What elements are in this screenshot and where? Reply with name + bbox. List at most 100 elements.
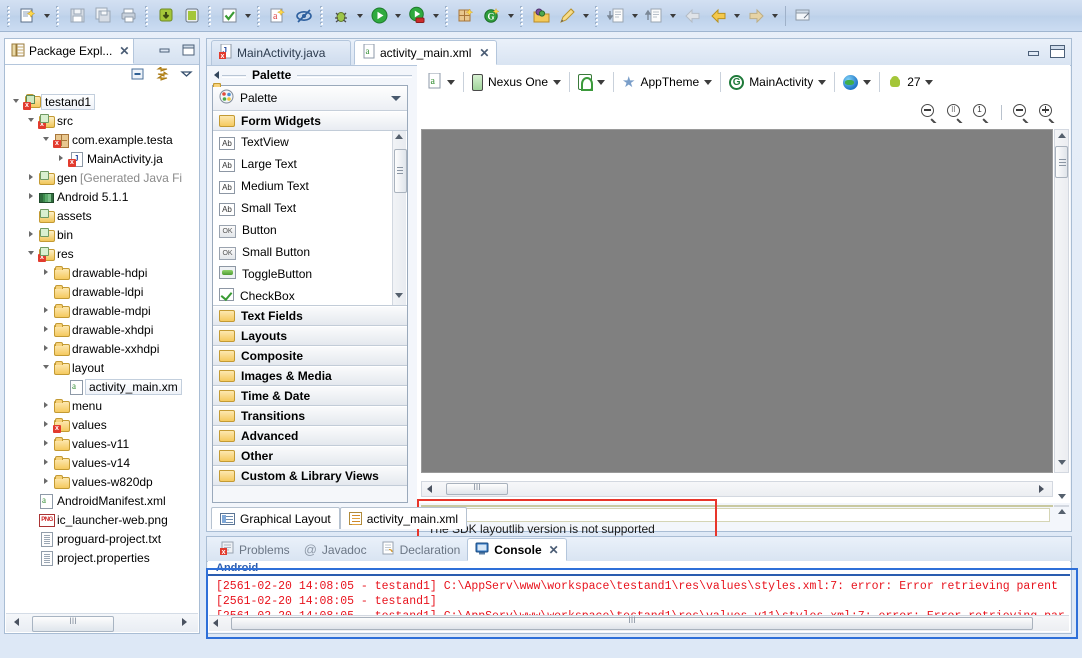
activity-selector[interactable]: G MainActivity	[727, 70, 815, 94]
maximize-icon[interactable]	[1050, 45, 1065, 58]
external-tools-dropdown-icon[interactable]	[430, 5, 441, 27]
scroll-up-icon[interactable]	[1058, 509, 1067, 518]
palette-item[interactable]: Ab Large Text	[213, 153, 407, 175]
tree-item[interactable]: values-v14	[5, 453, 199, 472]
render-surface[interactable]	[421, 129, 1053, 473]
palette-selector[interactable]: Palette	[213, 86, 407, 111]
print-icon[interactable]	[117, 4, 141, 28]
tree-item[interactable]: xMainActivity.ja	[5, 149, 199, 168]
tree-item[interactable]: bin	[5, 225, 199, 244]
twisty-closed-icon[interactable]	[41, 320, 53, 339]
scroll-right-icon[interactable]	[1039, 485, 1047, 494]
external-tools-icon[interactable]	[405, 4, 429, 28]
palette-collapse-icon[interactable]	[212, 68, 222, 82]
palette-category[interactable]: Form Widgets	[213, 111, 407, 131]
tree-item[interactable]: layout	[5, 358, 199, 377]
twisty-closed-icon[interactable]	[26, 168, 38, 187]
save-all-icon[interactable]	[91, 4, 115, 28]
run-icon[interactable]	[367, 4, 391, 28]
config-file-button[interactable]: a	[425, 70, 444, 94]
orientation-selector[interactable]	[576, 70, 594, 94]
tree-item[interactable]: proguard-project.txt	[5, 529, 199, 548]
zoom-100-icon[interactable]: 1	[973, 103, 990, 126]
tab-javadoc[interactable]: @ Javadoc	[297, 538, 374, 561]
palette-category[interactable]: Custom & Library Views	[213, 466, 407, 486]
tab-problems[interactable]: x Problems	[213, 538, 297, 561]
tab-declaration[interactable]: Declaration	[374, 538, 468, 561]
project-tree[interactable]: xtestand1xsrcxcom.example.testaxMainActi…	[5, 89, 199, 611]
scroll-left-icon[interactable]	[213, 619, 221, 628]
scroll-up-icon[interactable]	[395, 134, 404, 143]
toolbar-grip[interactable]	[519, 4, 526, 27]
scroll-left-icon[interactable]	[14, 618, 22, 628]
tree-item[interactable]: x src	[5, 111, 199, 130]
tree-item[interactable]: drawable-xxhdpi	[5, 339, 199, 358]
error-panel-vscrollbar[interactable]	[1054, 494, 1069, 514]
device-dropdown-icon[interactable]	[550, 71, 563, 93]
palette-item[interactable]: Ab TextView	[213, 131, 407, 153]
twisty-closed-icon[interactable]	[56, 149, 68, 168]
palette-item[interactable]: Ab Medium Text	[213, 175, 407, 197]
locale-dropdown-icon[interactable]	[860, 71, 873, 93]
android-sdk-manager-icon[interactable]	[154, 4, 178, 28]
scroll-down-icon[interactable]	[1058, 460, 1067, 469]
tree-item[interactable]: drawable-hdpi	[5, 263, 199, 282]
tree-item[interactable]: project.properties	[5, 548, 199, 567]
toolbar-grip[interactable]	[594, 4, 601, 27]
twisty-open-icon[interactable]	[26, 244, 38, 263]
android-avd-manager-icon[interactable]	[180, 4, 204, 28]
new-class-icon[interactable]: G	[480, 4, 504, 28]
tree-item[interactable]: activity_main.xm	[5, 377, 199, 396]
run-dropdown-icon[interactable]	[392, 5, 403, 27]
hscroll-thumb[interactable]	[32, 616, 114, 632]
palette-vscroll-thumb[interactable]	[394, 149, 407, 193]
canvas-hscroll-thumb[interactable]	[446, 483, 508, 495]
new-wizard-icon[interactable]	[16, 4, 40, 28]
scroll-right-icon[interactable]	[182, 618, 190, 628]
new-android-project-icon[interactable]: a	[266, 4, 290, 28]
palette-item[interactable]: OK Small Button	[213, 241, 407, 263]
zoom-fit-icon[interactable]: ⠿	[947, 103, 964, 126]
theme-selector[interactable]: ★ AppTheme	[620, 70, 701, 94]
config-dropdown-icon[interactable]	[444, 71, 457, 93]
tree-item[interactable]: drawable-ldpi	[5, 282, 199, 301]
twisty-open-icon[interactable]	[11, 92, 23, 111]
tab-console[interactable]: Console ✕	[467, 538, 567, 561]
palette-category[interactable]: Layouts	[213, 326, 407, 346]
tree-item[interactable]: AndroidManifest.xml	[5, 491, 199, 510]
toolbar-grip[interactable]	[144, 4, 151, 27]
twisty-closed-icon[interactable]	[41, 453, 53, 472]
palette-item[interactable]: CheckBox	[213, 285, 407, 305]
check-build-icon[interactable]	[217, 4, 241, 28]
scroll-down-icon[interactable]	[395, 293, 404, 302]
zoom-out-to-fit-icon[interactable]	[921, 103, 938, 126]
forward-dropdown-icon[interactable]	[769, 5, 780, 27]
zoom-out-icon[interactable]	[1013, 103, 1030, 126]
back-icon[interactable]	[706, 4, 730, 28]
palette-category[interactable]: Transitions	[213, 406, 407, 426]
tab-mainactivity-java[interactable]: Jx MainActivity.java	[211, 40, 351, 65]
new-wizard-dropdown-icon[interactable]	[41, 5, 52, 27]
tab-activity-main-xml[interactable]: a activity_main.xml ✕	[354, 40, 497, 65]
layout-canvas[interactable]: The SDK layoutlib version is not support…	[417, 123, 1070, 551]
console-body[interactable]: Android [2561-02-20 14:08:05 - testand1]…	[208, 561, 1070, 632]
tree-item[interactable]: drawable-xhdpi	[5, 320, 199, 339]
tree-item[interactable]: PNG ic_launcher-web.png	[5, 510, 199, 529]
minimize-icon[interactable]	[158, 44, 172, 57]
save-icon[interactable]	[65, 4, 89, 28]
canvas-vscroll-thumb[interactable]	[1055, 146, 1068, 178]
close-icon[interactable]: ✕	[119, 44, 129, 58]
tree-item[interactable]: Android 5.1.1	[5, 187, 199, 206]
twisty-closed-icon[interactable]	[41, 472, 53, 491]
tree-item[interactable]: x testand1	[5, 92, 199, 111]
toolbar-grip[interactable]	[444, 4, 451, 27]
toolbar-grip[interactable]	[55, 4, 62, 27]
api-dropdown-icon[interactable]	[923, 71, 936, 93]
maximize-icon[interactable]	[181, 44, 195, 57]
twisty-closed-icon[interactable]	[41, 339, 53, 358]
debug-icon[interactable]	[329, 4, 353, 28]
api-level-selector[interactable]: 27	[886, 70, 922, 94]
package-explorer-hscrollbar[interactable]	[6, 613, 198, 632]
palette-category[interactable]: Composite	[213, 346, 407, 366]
device-selector[interactable]: Nexus One	[470, 70, 550, 94]
